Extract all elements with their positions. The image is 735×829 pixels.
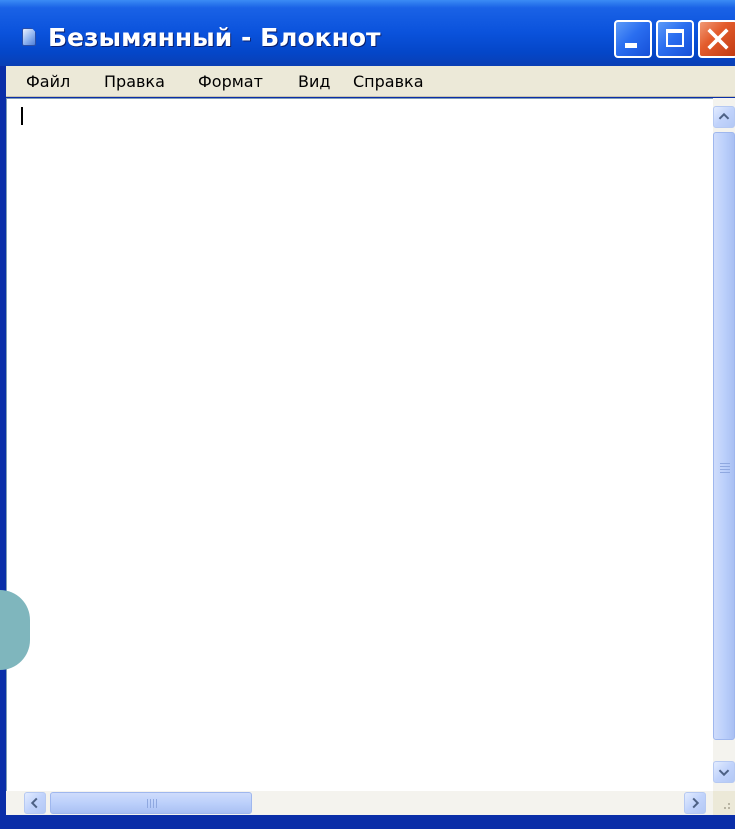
maximize-icon <box>666 29 684 47</box>
vertical-scroll-thumb[interactable] <box>713 132 735 740</box>
menu-bar: Файл Правка Формат Вид Справка <box>6 66 735 97</box>
menu-format[interactable]: Формат <box>198 71 263 93</box>
close-button[interactable] <box>698 20 735 58</box>
chevron-down-icon <box>718 769 730 777</box>
maximize-button[interactable] <box>656 20 694 58</box>
notepad-window: Безымянный - Блокнот Файл Правка Формат … <box>0 0 735 829</box>
title-bar[interactable]: Безымянный - Блокнот <box>0 0 735 66</box>
menu-help[interactable]: Справка <box>353 71 424 93</box>
notepad-icon[interactable] <box>22 28 36 46</box>
resize-grip[interactable] <box>713 791 735 815</box>
chevron-up-icon <box>718 112 730 120</box>
window-bottom-border <box>0 815 735 829</box>
menu-edit[interactable]: Правка <box>104 71 165 93</box>
menu-view[interactable]: Вид <box>298 71 330 93</box>
grip-icon <box>147 799 148 808</box>
chevron-left-icon <box>30 797 38 809</box>
scroll-left-button[interactable] <box>24 792 46 814</box>
minimize-button[interactable] <box>614 20 652 58</box>
menu-file[interactable]: Файл <box>26 71 70 93</box>
horizontal-scrollbar[interactable] <box>6 791 713 815</box>
window-title: Безымянный - Блокнот <box>48 23 381 52</box>
grip-icon <box>720 463 730 464</box>
scroll-right-button[interactable] <box>684 792 706 814</box>
grip-dot <box>728 803 730 805</box>
text-caret <box>21 107 23 125</box>
text-edit-area[interactable] <box>6 98 713 791</box>
scroll-down-button[interactable] <box>713 761 735 783</box>
vertical-scrollbar[interactable] <box>713 98 735 791</box>
grip-dot <box>728 807 730 809</box>
close-icon <box>707 28 729 50</box>
minimize-icon <box>625 43 637 48</box>
grip-dot <box>724 807 726 809</box>
horizontal-scroll-thumb[interactable] <box>50 792 252 814</box>
scroll-up-button[interactable] <box>713 106 735 128</box>
chevron-right-icon <box>692 797 700 809</box>
